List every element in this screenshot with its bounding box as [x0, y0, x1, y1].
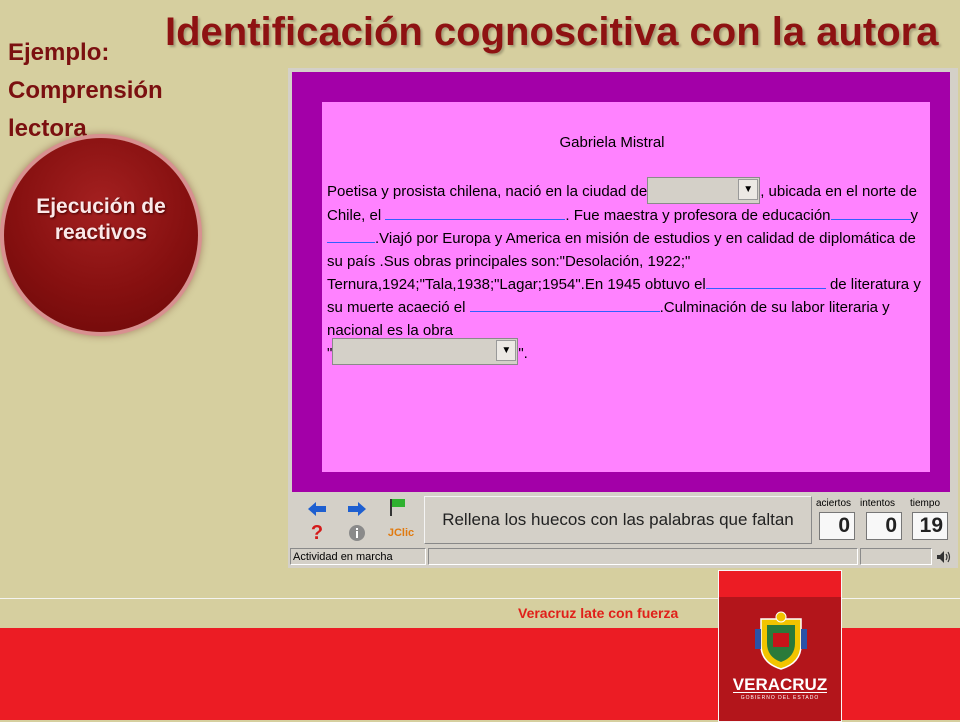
instruction-message: Rellena los huecos con las palabras que …	[424, 496, 812, 544]
chevron-down-icon[interactable]: ▼	[496, 340, 517, 362]
passage-text-5: .Viajó por Europa y America en misión de…	[327, 229, 916, 293]
status-progress	[428, 548, 858, 565]
fill-in-passage: Poetisa y prosista chilena, nació en la …	[327, 176, 927, 366]
quote-close: ".	[518, 344, 528, 362]
example-label: Ejemplo: Comprensión lectora	[8, 34, 163, 148]
example-label-line-2: Comprensión	[8, 77, 163, 104]
status-text: Actividad en marcha	[290, 548, 426, 565]
activity-heading: Gabriela Mistral	[559, 134, 665, 151]
passage-text-4: y	[910, 206, 919, 224]
city-dropdown[interactable]: ▼	[647, 176, 761, 204]
back-arrow-icon[interactable]	[306, 498, 328, 520]
flag-icon[interactable]	[386, 496, 408, 518]
sound-icon[interactable]	[934, 548, 954, 565]
tiempo-counter: 19	[912, 512, 948, 540]
logo-top-band	[719, 571, 841, 597]
status-bar: Actividad en marcha	[288, 546, 958, 568]
activity-frame: Gabriela Mistral Poetisa y prosista chil…	[292, 72, 950, 492]
logo-divider	[733, 692, 827, 693]
aciertos-counter: 0	[819, 512, 855, 540]
passage-text-3: . Fue maestra y profesora de educación	[565, 206, 831, 224]
status-extra	[860, 548, 932, 565]
jclic-player-window: Gabriela Mistral Poetisa y prosista chil…	[288, 68, 958, 568]
execution-circle: Ejecución de reactivos	[4, 138, 198, 332]
execution-circle-label: Ejecución de reactivos	[36, 195, 166, 244]
blank-field-2[interactable]	[830, 204, 911, 220]
help-icon[interactable]: ?	[306, 522, 328, 544]
work-dropdown[interactable]: ▼	[332, 338, 519, 366]
passage-text-1: Poetisa y prosista chilena, nació en la …	[327, 183, 648, 200]
example-label-line-1: Ejemplo:	[8, 39, 110, 66]
info-icon[interactable]	[346, 522, 368, 544]
blank-field-5[interactable]	[469, 296, 660, 312]
intentos-label: intentos	[860, 498, 896, 509]
tiempo-label: tiempo	[910, 498, 941, 509]
forward-arrow-icon[interactable]	[346, 498, 368, 520]
logo-subtext: GOBIERNO DEL ESTADO	[740, 695, 820, 701]
blank-field-1[interactable]	[385, 204, 566, 220]
blank-field-4[interactable]	[705, 273, 826, 289]
coat-of-arms-icon	[753, 609, 809, 676]
intentos-counter: 0	[866, 512, 902, 540]
slide-title: Identificación cognoscitiva con la autor…	[165, 10, 939, 54]
aciertos-label: aciertos	[816, 498, 852, 509]
jclic-toolbar: ? JClic Rellena los huecos con las palab…	[288, 494, 958, 550]
veracruz-logo: VERACRUZ GOBIERNO DEL ESTADO	[718, 570, 842, 722]
jclic-logo-icon[interactable]: JClic	[386, 522, 416, 544]
blank-field-3[interactable]	[327, 227, 375, 243]
footer-tagline: Veracruz late con fuerza	[518, 605, 679, 621]
chevron-down-icon[interactable]: ▼	[738, 178, 759, 200]
